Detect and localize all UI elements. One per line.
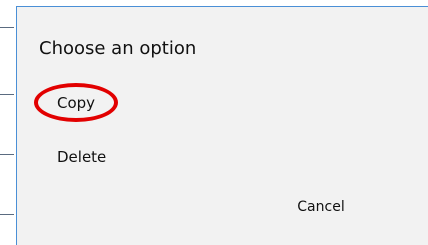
- dialog-title: Choose an option: [39, 38, 197, 59]
- window-edge-tick: [0, 94, 14, 95]
- screen: Choose an option Copy Delete Cancel: [0, 0, 428, 245]
- choose-option-dialog: Choose an option Copy Delete Cancel: [16, 6, 428, 245]
- window-edge-tick: [0, 214, 14, 215]
- window-edge-tick: [0, 154, 14, 155]
- delete-option[interactable]: Delete: [57, 148, 106, 166]
- cancel-button[interactable]: Cancel: [275, 193, 367, 221]
- background-window-edge: [0, 0, 16, 245]
- window-edge-tick: [0, 27, 14, 28]
- copy-option[interactable]: Copy: [57, 94, 95, 112]
